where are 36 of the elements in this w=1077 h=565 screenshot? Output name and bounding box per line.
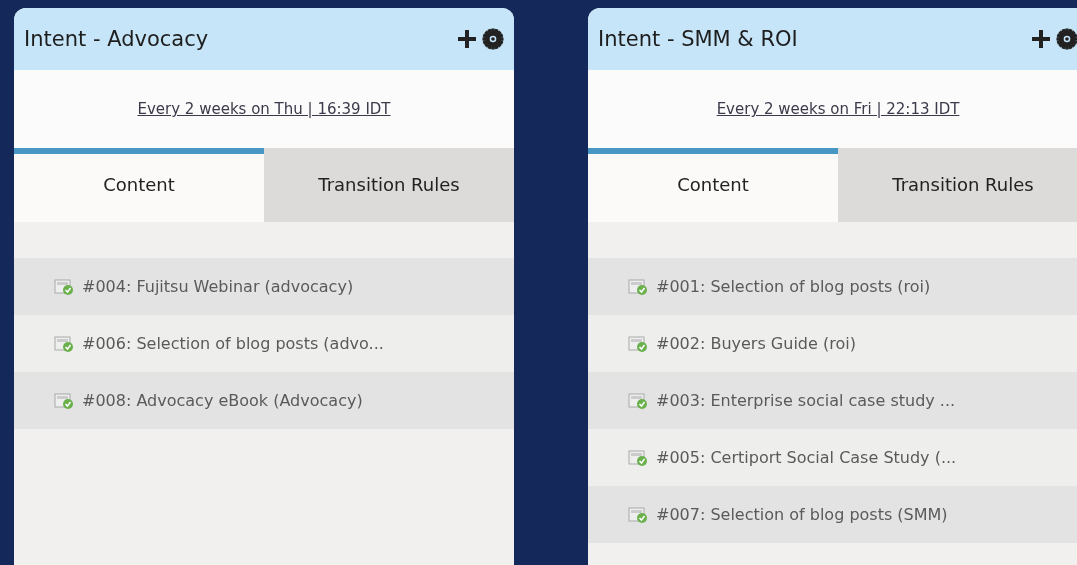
settings-icon: [482, 28, 504, 50]
schedule-link[interactable]: Every 2 weeks on Thu | 16:39 IDT: [137, 100, 391, 118]
content-item-label: #003: Enterprise social case study ...: [656, 391, 956, 410]
tab[interactable]: Transition Rules: [264, 148, 514, 222]
content-item-label: #006: Selection of blog posts (advo...: [82, 334, 384, 353]
tab[interactable]: Transition Rules: [838, 148, 1077, 222]
document-check-icon: [54, 277, 74, 296]
add-button[interactable]: [1030, 28, 1052, 50]
plus-icon: [456, 28, 478, 50]
content-item[interactable]: #001: Selection of blog posts (roi): [588, 258, 1077, 315]
content-item-label: #004: Fujitsu Webinar (advocacy): [82, 277, 354, 296]
content-item-label: #008: Advocacy eBook (Advocacy): [82, 391, 363, 410]
document-check-icon: [628, 505, 648, 524]
plus-icon: [1030, 28, 1052, 50]
settings-button[interactable]: [482, 28, 504, 50]
document-check-icon: [628, 334, 648, 353]
tab[interactable]: Content: [14, 148, 264, 222]
content-item[interactable]: #007: Selection of blog posts (SMM): [588, 486, 1077, 543]
content-item[interactable]: #008: Advocacy eBook (Advocacy): [14, 372, 514, 429]
content-item-label: #002: Buyers Guide (roi): [656, 334, 856, 353]
document-check-icon: [54, 334, 74, 353]
card-title: Intent - Advocacy: [24, 27, 209, 51]
schedule-link[interactable]: Every 2 weeks on Fri | 22:13 IDT: [716, 100, 960, 118]
document-check-icon: [628, 391, 648, 410]
document-check-icon: [628, 277, 648, 296]
content-item-label: #007: Selection of blog posts (SMM): [656, 505, 948, 524]
document-check-icon: [54, 391, 74, 410]
settings-button[interactable]: [1056, 28, 1077, 50]
document-check-icon: [628, 448, 648, 467]
content-item[interactable]: #004: Fujitsu Webinar (advocacy): [14, 258, 514, 315]
content-item-label: #001: Selection of blog posts (roi): [656, 277, 931, 296]
card-title: Intent - SMM & ROI: [598, 27, 798, 51]
add-button[interactable]: [456, 28, 478, 50]
content-item-label: #005: Certiport Social Case Study (...: [656, 448, 957, 467]
tab[interactable]: Content: [588, 148, 838, 222]
content-item[interactable]: #003: Enterprise social case study ...: [588, 372, 1077, 429]
